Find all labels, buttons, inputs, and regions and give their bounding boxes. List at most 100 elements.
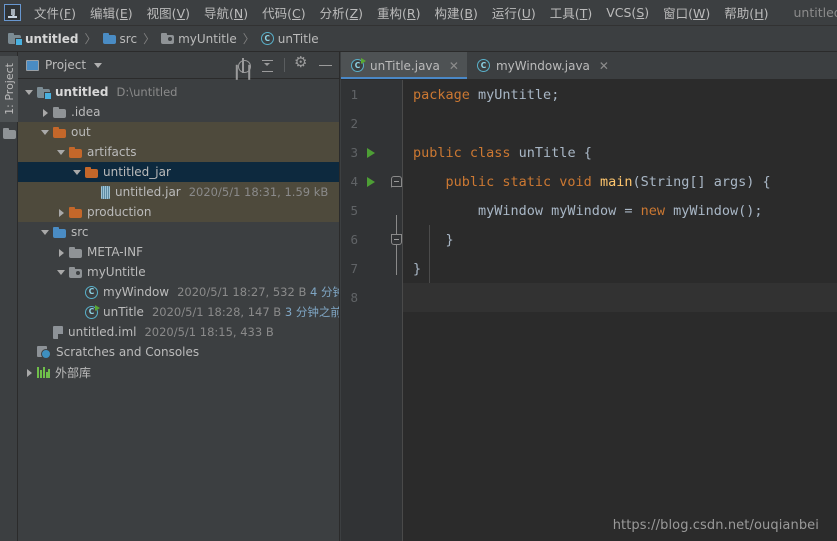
project-folder-icon: [37, 86, 52, 100]
tree-node-label: production: [87, 205, 152, 219]
menu-item-2[interactable]: 编辑(E): [83, 0, 140, 25]
chevron-expanded-icon[interactable]: [72, 167, 83, 178]
gutter-line-6[interactable]: 6: [341, 225, 402, 254]
menu-item-11[interactable]: VCS(S): [599, 2, 656, 23]
tree-node-label: artifacts: [87, 145, 137, 159]
project-view-icon: [26, 59, 39, 71]
code-line-6: }: [403, 225, 837, 254]
code-token: myWindow: [551, 202, 617, 219]
fold-start-icon[interactable]: [391, 176, 402, 187]
menu-bar: IJ 文件(F) 编辑(E) 视图(V) 导航(N) 代码(C) 分析(Z) 重构(R) 构建…: [0, 0, 837, 26]
project-panel-header: Project: [18, 52, 339, 79]
editor-tab-myWindow.java[interactable]: CmyWindow.java ✕: [467, 52, 617, 79]
tree-node-untitled_jar[interactable]: untitled_jar: [18, 162, 339, 182]
menu-item-5[interactable]: 代码(C): [255, 0, 313, 25]
breadcrumb-item-myUntitle[interactable]: myUntitle: [161, 32, 237, 46]
tree-node-Scratches and Consoles[interactable]: Scratches and Consoles: [18, 342, 339, 362]
tree-node-meta: 2020/5/1 18:27, 532 B 4 分钟之: [177, 284, 339, 300]
gutter-line-8[interactable]: 8: [341, 283, 402, 312]
tree-node-untitled.jar[interactable]: untitled.jar 2020/5/1 18:31, 1.59 kB: [18, 182, 339, 202]
line-number: 6: [350, 232, 358, 247]
tree-node-外部库[interactable]: 外部库: [18, 362, 339, 382]
menu-item-1[interactable]: 文件(F): [27, 0, 83, 25]
breadcrumb-item-unTitle[interactable]: CunTitle: [260, 32, 319, 46]
tree-node-label: untitled_jar: [103, 165, 171, 179]
menu-items: 文件(F) 编辑(E) 视图(V) 导航(N) 代码(C) 分析(Z) 重构(R) 构建(B)…: [27, 0, 775, 25]
menu-item-4[interactable]: 导航(N): [197, 0, 255, 25]
breadcrumb-item-src[interactable]: src: [102, 32, 137, 46]
tool-window-button-project[interactable]: 1: Project: [0, 56, 18, 122]
tree-node-meta: 2020/5/1 18:28, 147 B 3 分钟之前: [151, 305, 340, 319]
project-view-selector[interactable]: Project: [26, 58, 103, 72]
code-token: myWindow();: [673, 202, 763, 219]
editor-tab-unTitle.java[interactable]: CunTitle.java ✕: [341, 52, 467, 79]
tool-window-button-label: 1: Project: [2, 63, 16, 115]
code-line-4: public static void main(String[] args) {: [403, 167, 837, 196]
breadcrumb-item-untitled[interactable]: untitled: [8, 32, 79, 46]
close-icon[interactable]: ✕: [599, 59, 609, 73]
run-gutter-icon[interactable]: [367, 147, 375, 158]
chevron-collapsed-icon[interactable]: [24, 367, 35, 378]
tree-node-META-INF[interactable]: META-INF: [18, 242, 339, 262]
gutter-line-1[interactable]: 1: [341, 80, 402, 109]
chevron-collapsed-icon[interactable]: [56, 207, 67, 218]
toolbar-divider: [284, 58, 285, 72]
tree-node-out[interactable]: out: [18, 122, 339, 142]
fold-end-icon[interactable]: [391, 234, 402, 245]
settings-gear-icon[interactable]: [294, 55, 309, 73]
menu-item-7[interactable]: 重构(R): [370, 0, 427, 25]
source-folder-icon: [102, 33, 116, 44]
menu-item-12[interactable]: 窗口(W): [656, 0, 717, 25]
tree-node-myUntitle[interactable]: myUntitle: [18, 262, 339, 282]
tree-node-untitled[interactable]: untitled D:\untitled: [18, 82, 339, 102]
code-token: String: [640, 173, 690, 190]
gutter-line-2[interactable]: 2: [341, 109, 402, 138]
gutter-line-4[interactable]: 4: [341, 167, 402, 196]
menu-item-6[interactable]: 分析(Z): [313, 0, 370, 25]
chevron-expanded-icon[interactable]: [40, 227, 51, 238]
window-title: untitled [D:\untitled]: [793, 5, 837, 20]
menu-item-13[interactable]: 帮助(H): [717, 0, 775, 25]
code-token: main: [599, 173, 633, 190]
run-gutter-icon[interactable]: [367, 176, 375, 187]
code-token: =: [616, 202, 641, 219]
code-token: }: [413, 231, 454, 248]
chevron-collapsed-icon[interactable]: [56, 247, 67, 258]
chevron-down-icon[interactable]: [94, 62, 103, 68]
chevron-expanded-icon[interactable]: [40, 127, 51, 138]
close-icon[interactable]: ✕: [449, 59, 459, 73]
breadcrumb-item-label: untitled: [25, 31, 79, 46]
locate-file-icon[interactable]: [236, 57, 251, 73]
tree-node-production[interactable]: production: [18, 202, 339, 222]
gutter-line-3[interactable]: 3: [341, 138, 402, 167]
tree-node-myWindow[interactable]: CmyWindow 2020/5/1 18:27, 532 B 4 分钟之: [18, 282, 339, 302]
tree-node-artifacts[interactable]: artifacts: [18, 142, 339, 162]
tree-node-label: untitled: [55, 85, 109, 99]
code-token: ;: [551, 86, 560, 103]
tree-node-label: .idea: [71, 105, 101, 119]
project-tool-window: Project untitled D:\untitled .idea out artif…: [18, 52, 340, 541]
editor-tab-bar: CunTitle.java ✕ CmyWindow.java ✕: [341, 52, 837, 80]
chevron-collapsed-icon[interactable]: [40, 107, 51, 118]
menu-item-10[interactable]: 工具(T): [543, 0, 599, 25]
tree-node-.idea[interactable]: .idea: [18, 102, 339, 122]
menu-item-9[interactable]: 运行(U): [485, 0, 543, 25]
tree-node-src[interactable]: src: [18, 222, 339, 242]
editor-text[interactable]: package myUntitle; public class unTitle {…: [403, 80, 837, 541]
code-token: new: [640, 202, 674, 219]
chevron-expanded-icon[interactable]: [56, 147, 67, 158]
tree-node-label: myWindow: [103, 285, 170, 299]
project-panel-title: Project: [45, 58, 87, 72]
menu-item-8[interactable]: 构建(B): [428, 0, 485, 25]
gutter-line-5[interactable]: 5: [341, 196, 402, 225]
collapse-all-icon[interactable]: [260, 58, 275, 73]
tree-node-untitled.iml[interactable]: untitled.iml 2020/5/1 18:15, 433 B: [18, 322, 339, 342]
chevron-expanded-icon[interactable]: [56, 267, 67, 278]
chevron-expanded-icon[interactable]: [24, 87, 35, 98]
scratches-icon: [37, 345, 51, 359]
editor-gutter: 1 2 3 4 5 6 7 8: [341, 80, 403, 541]
gutter-line-7[interactable]: 7: [341, 254, 402, 283]
menu-item-3[interactable]: 视图(V): [140, 0, 197, 25]
tree-node-unTitle[interactable]: CunTitle 2020/5/1 18:28, 147 B 3 分钟之前: [18, 302, 339, 322]
minimize-icon[interactable]: [318, 58, 333, 73]
